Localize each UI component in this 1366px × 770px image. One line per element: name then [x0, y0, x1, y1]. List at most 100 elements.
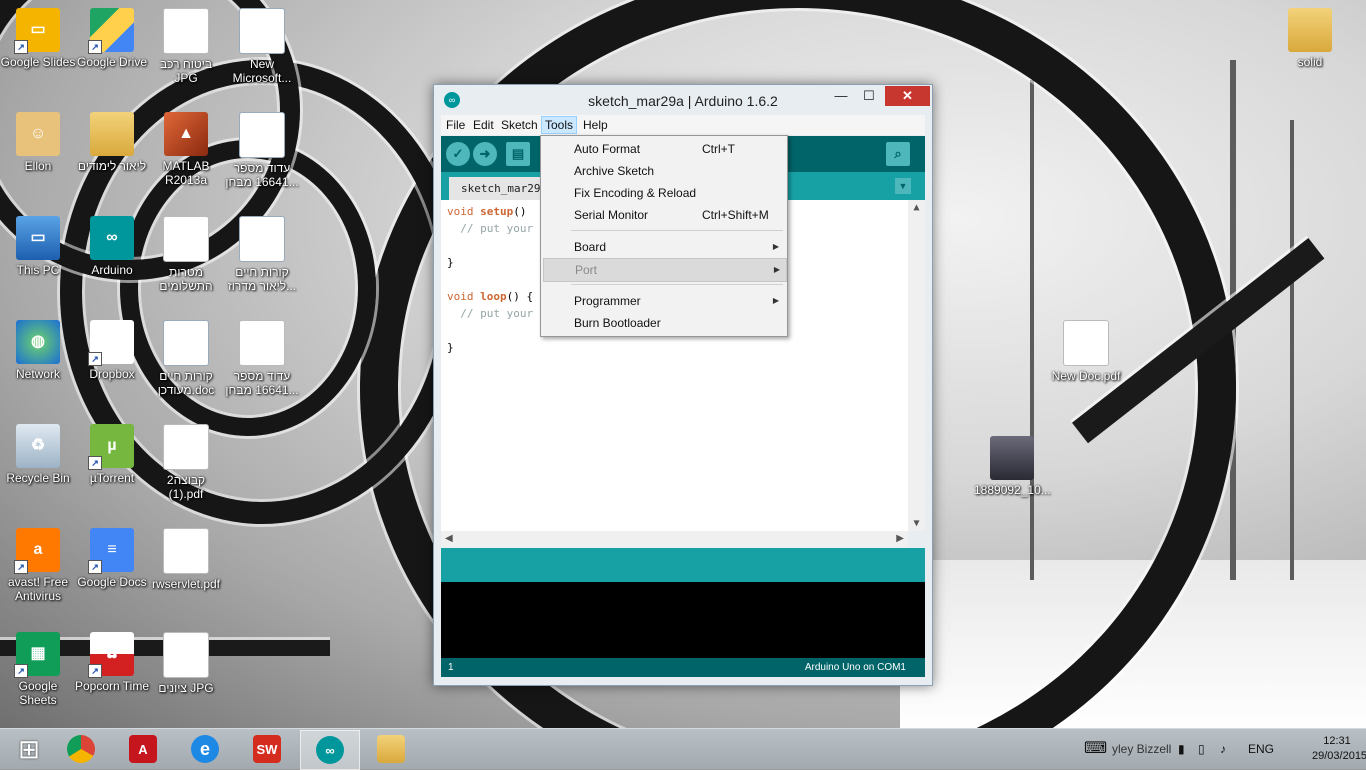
scroll-up-icon[interactable]: ▲: [908, 202, 925, 213]
pdf-icon: PDF: [163, 216, 209, 262]
network-signal-icon[interactable]: ▮: [1178, 729, 1185, 769]
menu-item-serial-monitor[interactable]: Serial Monitor Ctrl+Shift+M: [543, 204, 785, 226]
tree-trunk: [1290, 120, 1294, 580]
touch-keyboard-icon[interactable]: ⌨: [1084, 729, 1107, 769]
recycle-bin-icon: ♻: [16, 424, 60, 468]
google-drive-icon: ↗: [88, 8, 134, 54]
file-explorer-icon: [377, 735, 405, 763]
desktop-icon-exam-doc[interactable]: W עדוד מספר 16641 מבחן...: [224, 112, 300, 189]
minimize-button[interactable]: —: [827, 86, 855, 106]
desktop-icon-new-doc-pdf[interactable]: PDF New Doc.pdf: [1048, 320, 1124, 383]
upload-icon[interactable]: ➜: [473, 142, 497, 166]
matlab-icon: ▲: [164, 112, 208, 156]
desktop-icon-grades-jpg[interactable]: JPG ציונים JPG: [148, 632, 224, 695]
close-button[interactable]: ✕: [885, 86, 930, 106]
desktop-icon-rwservlet-pdf[interactable]: PDF rwservlet.pdf: [148, 528, 224, 591]
language-indicator[interactable]: ENG: [1248, 729, 1274, 769]
menu-separator: [571, 230, 783, 231]
desktop-icon-car-insurance-jpg[interactable]: JPG ביטוח רכב JPG: [148, 8, 224, 85]
desktop-icon-solid[interactable]: solid: [1272, 8, 1348, 69]
menu-separator: [571, 284, 783, 285]
horizontal-scrollbar[interactable]: ◀ ▶: [441, 531, 908, 548]
taskbar-chrome[interactable]: [52, 730, 110, 768]
clock-date: 29/03/2015: [1312, 750, 1366, 762]
desktop-icon-arduino[interactable]: ∞ Arduino: [74, 216, 150, 277]
scroll-left-icon[interactable]: ◀: [445, 533, 453, 544]
menu-item-programmer[interactable]: Programmer ▶: [543, 290, 785, 312]
tab-menu-icon[interactable]: ▼: [895, 178, 911, 194]
desktop-icon-google-docs[interactable]: ≡ ↗ Google Docs: [74, 528, 150, 589]
taskbar-arduino[interactable]: ∞: [300, 730, 360, 770]
desktop-icon-dropbox[interactable]: ❖ ↗ Dropbox: [74, 320, 150, 381]
word-document-icon: W: [239, 112, 285, 158]
folder-icon: [1288, 8, 1332, 52]
menu-item-board[interactable]: Board ▶: [543, 236, 785, 258]
verify-icon[interactable]: ✓: [446, 142, 470, 166]
message-area: [441, 548, 925, 582]
acrobat-icon: A: [129, 735, 157, 763]
menu-item-fix-encoding[interactable]: Fix Encoding & Reload: [543, 182, 785, 204]
taskbar: ⊞ A e SW ∞ ⌨ yley Bizzell ▮ ▯ ♪ ENG 12:3…: [0, 728, 1366, 770]
pdf-icon: PDF: [163, 528, 209, 574]
desktop-icon-cv-doc[interactable]: W קורות חיים מעודכן.doc: [148, 320, 224, 397]
taskbar-internet-explorer[interactable]: e: [176, 730, 234, 768]
desktop-icon-folder-studies[interactable]: ליאור לימודים: [74, 112, 150, 173]
desktop-icon-avast[interactable]: a ↗ avast! Free Antivirus: [0, 528, 76, 603]
desktop-icon-network[interactable]: ◍ Network: [0, 320, 76, 381]
desktop-icon-ellon[interactable]: ☺ Ellon: [0, 112, 76, 173]
start-button[interactable]: ⊞: [0, 730, 58, 768]
desktop-icon-recycle-bin[interactable]: ♻ Recycle Bin: [0, 424, 76, 485]
desktop-icon-this-pc[interactable]: ▭ This PC: [0, 216, 76, 277]
menu-item-archive-sketch[interactable]: Archive Sketch: [543, 160, 785, 182]
desktop-icon-google-drive[interactable]: ↗ Google Drive: [74, 8, 150, 69]
menu-file[interactable]: File: [443, 117, 468, 133]
taskbar-file-explorer[interactable]: [362, 730, 420, 768]
clock-time: 12:31: [1323, 735, 1351, 747]
desktop-icon-cv-lior-doc[interactable]: W קורות חיים ליאור מדרוז...: [224, 216, 300, 293]
utorrent-icon: µ ↗: [88, 424, 134, 470]
desktop-icon-popcorn-time[interactable]: ✿ ↗ Popcorn Time: [74, 632, 150, 693]
serial-monitor-icon[interactable]: ⌕: [886, 142, 910, 166]
menu-help[interactable]: Help: [580, 117, 611, 133]
menu-item-port[interactable]: Port ▶: [543, 258, 787, 282]
desktop-icon-exam-text[interactable]: ≡ עדוד מספר 16641 מבחן...: [224, 320, 300, 397]
taskbar-solidworks[interactable]: SW: [238, 730, 296, 768]
menu-item-auto-format[interactable]: Auto Format Ctrl+T: [543, 138, 785, 160]
vertical-scrollbar[interactable]: ▲ ▼: [908, 200, 925, 531]
desktop-icon-new-word-doc[interactable]: W New Microsoft...: [224, 8, 300, 85]
submenu-arrow-icon: ▶: [773, 265, 780, 274]
menu-edit[interactable]: Edit: [470, 117, 497, 133]
new-sketch-icon[interactable]: ▤: [506, 142, 530, 166]
submenu-arrow-icon: ▶: [772, 242, 779, 251]
code-line: }: [447, 256, 454, 269]
title-bar[interactable]: ∞ sketch_mar29a | Arduino 1.6.2 — ☐ ✕: [434, 85, 932, 115]
menu-sketch[interactable]: Sketch: [498, 117, 541, 133]
scroll-right-icon[interactable]: ▶: [896, 533, 904, 544]
pdf-icon: PDF: [163, 424, 209, 470]
avast-icon: a ↗: [14, 528, 60, 574]
menu-tools[interactable]: Tools: [541, 116, 578, 134]
console-output[interactable]: [441, 582, 925, 658]
volume-icon[interactable]: ♪: [1220, 729, 1226, 769]
desktop-icon-group-pdf[interactable]: PDF קבוצה2 (1).pdf: [148, 424, 224, 501]
battery-icon[interactable]: ▯: [1198, 729, 1205, 769]
desktop-icon-matlab[interactable]: ▲ MATLAB R2013a: [148, 112, 224, 187]
desktop-icon-photo[interactable]: 1889092_10...: [974, 436, 1051, 497]
clock[interactable]: 12:31 29/03/2015: [1312, 734, 1366, 764]
menu-item-burn-bootloader[interactable]: Burn Bootloader: [543, 312, 785, 334]
scroll-down-icon[interactable]: ▼: [908, 518, 925, 529]
taskbar-acrobat[interactable]: A: [114, 730, 172, 768]
google-docs-icon: ≡ ↗: [88, 528, 134, 574]
word-document-icon: W: [163, 320, 209, 366]
line-number: 1: [448, 662, 454, 673]
desktop-icon-google-slides[interactable]: ▭ ↗ Google Slides: [0, 8, 76, 69]
desktop-icon-payments-pdf[interactable]: PDF מטרות התשלומים: [148, 216, 224, 293]
pdf-icon: PDF: [1063, 320, 1109, 366]
arduino-icon: ∞: [316, 736, 344, 764]
code-line: void loop() {: [447, 290, 534, 303]
google-slides-icon: ▭ ↗: [14, 8, 60, 54]
internet-explorer-icon: e: [191, 735, 219, 763]
desktop-icon-utorrent[interactable]: µ ↗ µTorrent: [74, 424, 150, 485]
maximize-button[interactable]: ☐: [855, 86, 883, 106]
desktop-icon-google-sheets[interactable]: ▦ ↗ Google Sheets: [0, 632, 76, 707]
